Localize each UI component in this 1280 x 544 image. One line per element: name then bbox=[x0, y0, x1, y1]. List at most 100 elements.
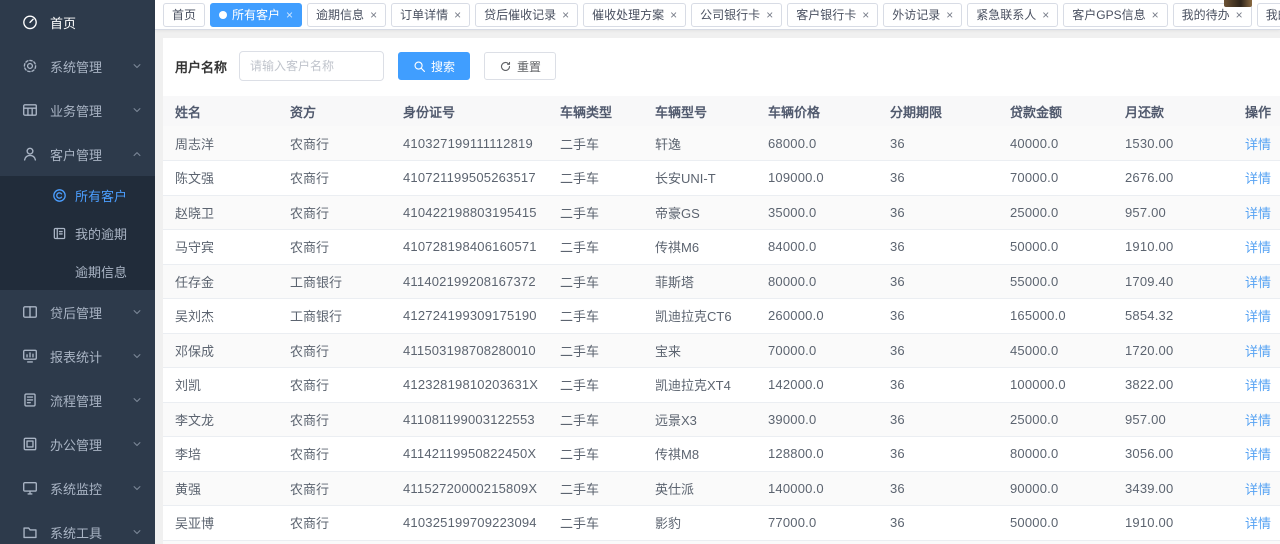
cell-term: 36 bbox=[878, 506, 998, 541]
cell-term: 36 bbox=[878, 368, 998, 403]
sidebar-item-my-overdue[interactable]: 我的逾期 bbox=[0, 214, 155, 252]
detail-link[interactable]: 详情 bbox=[1245, 206, 1271, 221]
cell-action: 详情 bbox=[1233, 368, 1280, 403]
active-tab-dot bbox=[219, 11, 227, 19]
tab-label: 首页 bbox=[172, 6, 196, 23]
sidebar-item-all-customers[interactable]: 所有客户 bbox=[0, 176, 155, 214]
table-row: 黄强农商行41152720000215809X二手车英仕派140000.0369… bbox=[163, 471, 1280, 506]
tab-my-process[interactable]: 我的流程× bbox=[1257, 3, 1280, 27]
avatar[interactable] bbox=[1224, 0, 1252, 7]
sidebar-item-tools[interactable]: 系统工具 bbox=[0, 510, 155, 544]
cell-action: 详情 bbox=[1233, 402, 1280, 437]
sidebar-item-monitor[interactable]: 系统监控 bbox=[0, 466, 155, 510]
cell-name: 邓保成 bbox=[163, 333, 278, 368]
sidebar-item-home[interactable]: 首页 bbox=[0, 0, 155, 44]
cell-loan_amount: 25000.0 bbox=[998, 402, 1113, 437]
tab-all-customers[interactable]: 所有客户× bbox=[210, 3, 302, 27]
tab-collection-plan[interactable]: 催收处理方案× bbox=[583, 3, 686, 27]
table-row: 刘凯农商行41232819810203631X二手车凯迪拉克XT4142000.… bbox=[163, 368, 1280, 403]
tab-label: 我的待办 bbox=[1182, 6, 1230, 23]
close-icon[interactable]: × bbox=[862, 9, 869, 21]
sidebar-item-loan[interactable]: 贷后管理 bbox=[0, 290, 155, 334]
close-icon[interactable]: × bbox=[454, 9, 461, 21]
sidebar-item-office[interactable]: 办公管理 bbox=[0, 422, 155, 466]
close-icon[interactable]: × bbox=[670, 9, 677, 21]
tab-visit-record[interactable]: 外访记录× bbox=[883, 3, 962, 27]
close-icon[interactable]: × bbox=[946, 9, 953, 21]
detail-link[interactable]: 详情 bbox=[1245, 378, 1271, 393]
tab-customer-bank-card[interactable]: 客户银行卡× bbox=[787, 3, 878, 27]
close-icon[interactable]: × bbox=[1236, 9, 1243, 21]
cell-id_number: 41152720000215809X bbox=[391, 471, 548, 506]
search-button[interactable]: 搜索 bbox=[398, 52, 470, 80]
cell-term: 36 bbox=[878, 333, 998, 368]
tab-label: 紧急联系人 bbox=[976, 6, 1036, 23]
detail-link[interactable]: 详情 bbox=[1245, 482, 1271, 497]
tab-collection-record[interactable]: 贷后催收记录× bbox=[475, 3, 578, 27]
column-header-5: 车辆价格 bbox=[756, 96, 878, 126]
detail-link[interactable]: 详情 bbox=[1245, 275, 1271, 290]
cell-loan_amount: 70000.0 bbox=[998, 161, 1113, 196]
cell-monthly_payment: 5854.32 bbox=[1113, 299, 1233, 334]
detail-link[interactable]: 详情 bbox=[1245, 447, 1271, 462]
cell-funder: 农商行 bbox=[278, 161, 391, 196]
cell-loan_amount: 25000.0 bbox=[998, 195, 1113, 230]
cell-name: 陈文强 bbox=[163, 161, 278, 196]
column-header-7: 贷款金额 bbox=[998, 96, 1113, 126]
close-icon[interactable]: × bbox=[286, 9, 293, 21]
cell-vehicle_model: 宝来 bbox=[643, 333, 756, 368]
cell-name: 刘凯 bbox=[163, 368, 278, 403]
column-header-0: 姓名 bbox=[163, 96, 278, 126]
tab-home[interactable]: 首页 bbox=[163, 3, 205, 27]
close-icon[interactable]: × bbox=[1152, 9, 1159, 21]
sidebar-item-system[interactable]: 系统管理 bbox=[0, 44, 155, 88]
cell-name: 吴刘杰 bbox=[163, 299, 278, 334]
cell-id_number: 41142119950822450X bbox=[391, 437, 548, 472]
search-button-label: 搜索 bbox=[431, 58, 455, 75]
sidebar-item-label: 逾期信息 bbox=[75, 262, 127, 281]
reset-button[interactable]: 重置 bbox=[484, 52, 556, 80]
close-icon[interactable]: × bbox=[562, 9, 569, 21]
sidebar-item-customer[interactable]: 客户管理 bbox=[0, 132, 155, 176]
cell-name: 翟银伟 bbox=[163, 540, 278, 544]
table-row: 赵晓卫农商行410422198803195415二手车帝豪GS35000.036… bbox=[163, 195, 1280, 230]
tab-company-bank-card[interactable]: 公司银行卡× bbox=[691, 3, 782, 27]
cell-action: 详情 bbox=[1233, 506, 1280, 541]
search-input[interactable] bbox=[239, 51, 384, 81]
cell-vehicle_price: 80000.0 bbox=[756, 264, 878, 299]
detail-link[interactable]: 详情 bbox=[1245, 171, 1271, 186]
sidebar-item-process[interactable]: 流程管理 bbox=[0, 378, 155, 422]
cell-loan_amount: 90000.0 bbox=[998, 471, 1113, 506]
tab-order-detail[interactable]: 订单详情× bbox=[391, 3, 470, 27]
cell-action: 详情 bbox=[1233, 540, 1280, 544]
detail-link[interactable]: 详情 bbox=[1245, 516, 1271, 531]
close-icon[interactable]: × bbox=[1042, 9, 1049, 21]
table-row: 李文龙农商行411081199003122553二手车远景X339000.036… bbox=[163, 402, 1280, 437]
cell-action: 详情 bbox=[1233, 264, 1280, 299]
cell-id_number: 411402199208167372 bbox=[391, 264, 548, 299]
cell-term: 36 bbox=[878, 402, 998, 437]
detail-link[interactable]: 详情 bbox=[1245, 344, 1271, 359]
cell-id_number: 41232819810203631X bbox=[391, 368, 548, 403]
cell-vehicle_type: 二手车 bbox=[548, 299, 643, 334]
cell-loan_amount: 50000.0 bbox=[998, 230, 1113, 265]
tab-customer-gps[interactable]: 客户GPS信息× bbox=[1063, 3, 1167, 27]
chevron-down-icon bbox=[131, 60, 143, 72]
cell-loan_amount: 55000.0 bbox=[998, 540, 1113, 544]
table-row: 李培农商行41142119950822450X二手车传祺M8128800.036… bbox=[163, 437, 1280, 472]
sidebar-item-business[interactable]: 业务管理 bbox=[0, 88, 155, 132]
cell-funder: 农商行 bbox=[278, 333, 391, 368]
detail-link[interactable]: 详情 bbox=[1245, 137, 1271, 152]
sidebar-item-overdue-info[interactable]: 逾期信息 bbox=[0, 252, 155, 290]
close-icon[interactable]: × bbox=[766, 9, 773, 21]
column-header-4: 车辆型号 bbox=[643, 96, 756, 126]
detail-link[interactable]: 详情 bbox=[1245, 309, 1271, 324]
close-icon[interactable]: × bbox=[370, 9, 377, 21]
flow-icon bbox=[22, 392, 38, 408]
tab-overdue-info[interactable]: 逾期信息× bbox=[307, 3, 386, 27]
sidebar-item-report[interactable]: 报表统计 bbox=[0, 334, 155, 378]
detail-link[interactable]: 详情 bbox=[1245, 240, 1271, 255]
cell-action: 详情 bbox=[1233, 195, 1280, 230]
detail-link[interactable]: 详情 bbox=[1245, 413, 1271, 428]
tab-emergency-contact[interactable]: 紧急联系人 × bbox=[967, 3, 1058, 27]
